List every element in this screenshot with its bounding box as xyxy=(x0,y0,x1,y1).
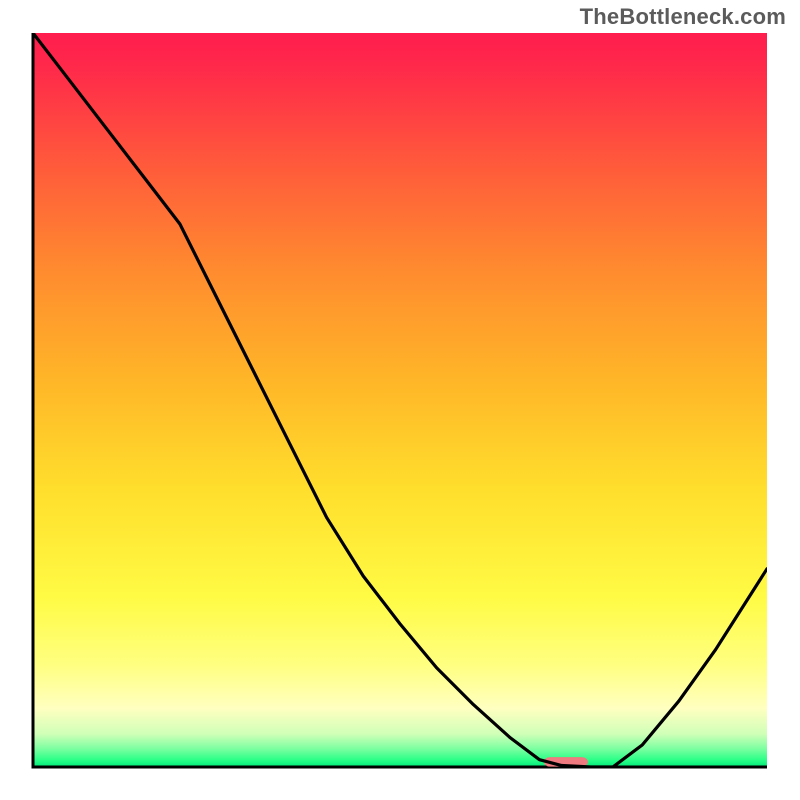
bottleneck-chart xyxy=(0,0,800,800)
chart-container: TheBottleneck.com xyxy=(0,0,800,800)
watermark-label: TheBottleneck.com xyxy=(580,4,786,30)
plot-bg xyxy=(33,33,767,767)
